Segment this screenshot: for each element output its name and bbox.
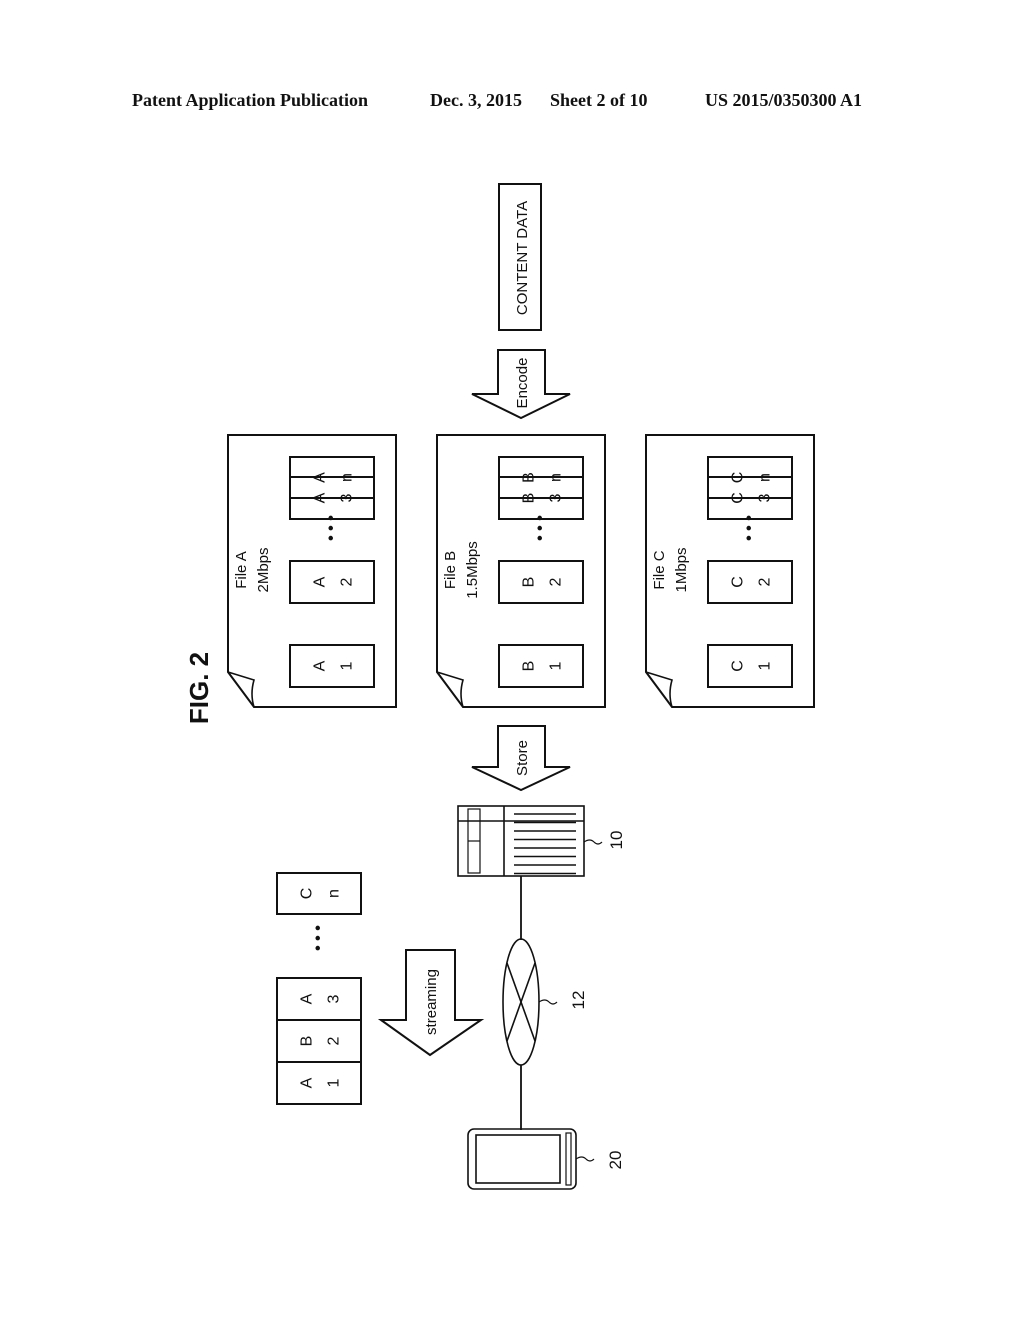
file-bitrate: 1.5Mbps [464,541,481,599]
stream-segment-cell: A1 [276,1061,362,1105]
stream-segment-cell-last: Cn [276,872,362,915]
segment-id: B [520,472,537,483]
network-ref-label: 12 [569,991,588,1010]
segment-number: 2 [756,577,773,586]
server-icon [457,805,603,877]
segment-id: A [311,576,328,587]
segment-number: 1 [338,661,355,670]
encode-label: Encode [514,358,531,409]
segment-number: 2 [547,577,564,586]
file-document: File A 2MbpsA 1A 2A 3A n• • • [227,434,397,708]
segment-cell: A1 [289,644,375,688]
segment-number: 1 [547,661,564,670]
segment-id: A [298,993,315,1004]
segment-number: n [756,473,773,482]
segment-number: n [338,473,355,482]
ellipsis: • • • [741,515,758,541]
terminal-icon [467,1128,595,1190]
file-bitrate: 1Mbps [673,547,690,592]
stream-segment-cell: A3 [276,977,362,1021]
file-name: File B [442,551,459,589]
content-data-label: CONTENT DATA [514,201,531,315]
segment-number: 1 [325,1078,342,1087]
segment-cell: C1 [707,644,793,688]
network-icon [502,938,558,1066]
segment-id: C [729,576,746,588]
segment-cell: B1 [498,644,584,688]
streaming-label: streaming [423,969,440,1035]
file-document: File B 1.5MbpsB 1B 2B 3B n• • • [436,434,606,708]
file-document: File C 1MbpsC 1C 2C 3C n• • • [645,434,815,708]
segment-id: A [298,1077,315,1088]
segment-id: A [311,472,328,483]
ellipsis: • • • [532,515,549,541]
file-name: File A [233,551,250,589]
segment-number: n [547,473,564,482]
figure-diagram: File A 2MbpsA 1A 2A 3A n• • •File B 1.5MbpsB 1B… [184,183,815,1190]
terminal-ref-label: 20 [606,1151,625,1170]
store-label: Store [514,740,531,776]
ellipsis: • • • [323,515,340,541]
segment-cell: B2 [498,560,584,604]
segment-cell: C2 [707,560,793,604]
segment-cell: A2 [289,560,375,604]
figure-title: FIG. 2 [184,652,214,724]
segment-id: C [729,660,746,672]
segment-number: 2 [338,577,355,586]
segment-id: C [729,472,746,484]
segment-number: n [325,889,342,898]
segment-id: C [298,888,315,900]
stream-segment-cell: B2 [276,1019,362,1063]
stream-ellipsis: • • • [310,925,327,951]
segment-number: 2 [325,1036,342,1045]
segment-id: B [298,1036,315,1047]
segment-id: A [311,660,328,671]
segment-id: B [520,577,537,588]
segment-number: 3 [325,994,342,1003]
file-bitrate: 2Mbps [255,547,272,592]
segment-number: 1 [756,661,773,670]
file-name: File C [651,550,668,589]
server-ref-label: 10 [607,831,626,850]
segment-id: B [520,661,537,672]
